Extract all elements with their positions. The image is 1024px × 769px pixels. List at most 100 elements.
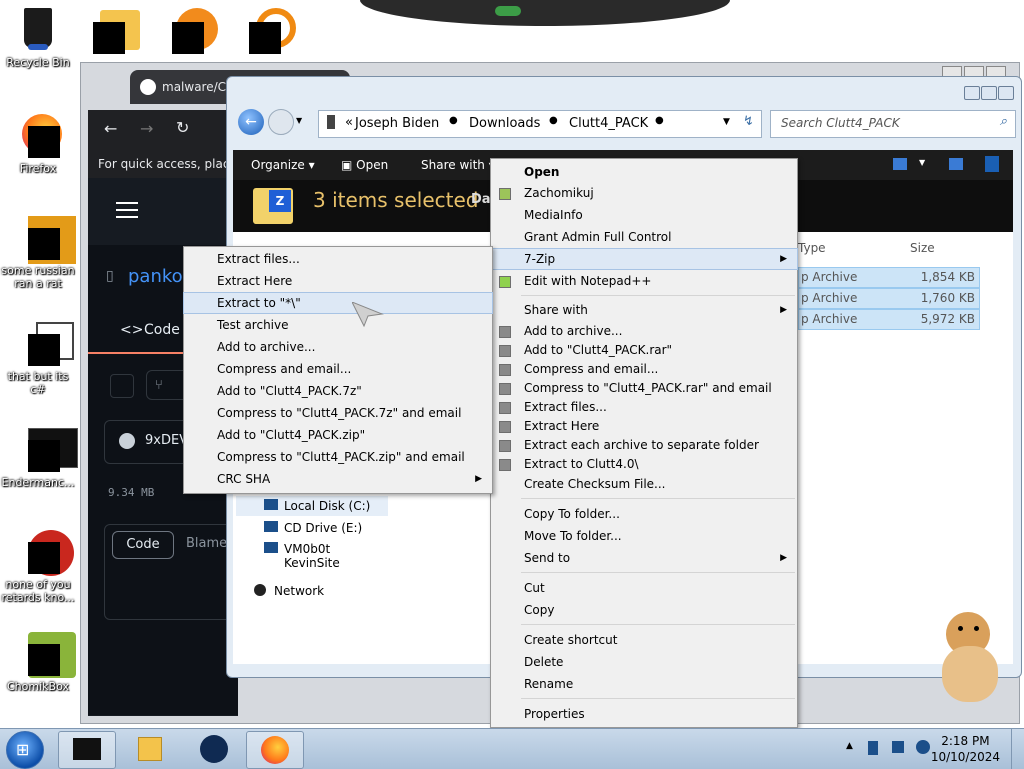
menu-item-copy-to-folder[interactable]: Copy To folder... [491,504,797,524]
menu-item-cut[interactable]: Cut [491,578,797,598]
menu-item-label: Compress to "Clutt4_PACK.zip" and email [217,450,465,464]
menu-item-grant-admin[interactable]: Grant Admin Full Control [491,227,797,247]
menu-item-open[interactable]: Open [491,162,797,182]
forward-icon[interactable]: → [140,119,153,138]
breadcrumb-item-downloads[interactable]: Downloads [469,116,540,131]
file-row[interactable]: p Archive 5,972 KB [798,309,980,330]
forward-icon[interactable] [268,109,294,135]
nav-item-network[interactable]: Network [236,581,388,601]
menu-item-properties[interactable]: Properties [491,704,797,724]
desktop-icon-csharp[interactable]: that but its c# [0,320,76,396]
show-desktop-button[interactable] [1011,729,1024,769]
submenu-item-test-archive[interactable]: Test archive [184,315,492,335]
menu-item-send-to[interactable]: Send to ▶ [491,548,797,568]
minimize-button[interactable] [964,86,980,100]
submenu-item-add-to-archive[interactable]: Add to archive... [184,337,492,357]
nav-item-cd-drive[interactable]: CD Drive (E:) [236,518,388,538]
menu-item-extract-here[interactable]: Extract Here [491,416,797,436]
start-button[interactable]: ⊞ [6,731,44,769]
desktop-icon-russian-rat[interactable]: some russian ran a rat [0,214,76,290]
file-row[interactable]: p Archive 1,854 KB [798,267,980,288]
organize-button[interactable]: Organize ▾ [251,158,315,172]
taskbar-browser[interactable] [186,731,242,767]
commit-author[interactable]: 9xDEV [145,433,188,448]
share-with-button[interactable]: Share with ▾ [421,158,495,172]
desktop-icon-chomikbox[interactable]: ChomikBox [0,630,76,693]
menu-item-zachomikuj[interactable]: Zachomikuj [491,183,797,203]
menu-item-extract-to[interactable]: Extract to Clutt4.0\ [491,454,797,474]
desktop-icon-none-of-you[interactable]: none of you retards kno... [0,528,76,604]
tray-network-icon[interactable] [892,741,904,753]
breadcrumb[interactable]: « Joseph Biden ● Downloads ● Clutt4_PACK… [318,110,762,138]
view-icon[interactable] [893,158,907,170]
menu-item-7zip[interactable]: 7-Zip ▶ [490,248,798,270]
menu-item-extract-files[interactable]: Extract files... [491,397,797,417]
submenu-item-extract-to[interactable]: Extract to "*\" [183,292,493,314]
submenu-item-compress-7z-email[interactable]: Compress to "Clutt4_PACK.7z" and email [184,403,492,423]
breadcrumb-separator-icon[interactable]: ● [449,115,458,126]
back-icon[interactable]: ← [238,109,264,135]
submenu-item-compress-zip-email[interactable]: Compress to "Clutt4_PACK.zip" and email [184,447,492,467]
clock[interactable]: 2:18 PM 10/10/2024 [931,733,1000,765]
menu-item-share-with[interactable]: Share with ▶ [491,300,797,320]
network-drive-icon [264,542,278,553]
column-header-size[interactable]: Size [910,241,935,255]
menu-item-rename[interactable]: Rename [491,674,797,694]
taskbar-media-player[interactable] [120,731,176,767]
desktop-icon-recycle-bin[interactable]: Recycle Bin [0,6,76,69]
breadcrumb-overflow[interactable]: « [345,115,353,130]
submenu-item-extract-here[interactable]: Extract Here [184,271,492,291]
recent-pages-chevron-icon[interactable]: ▼ [296,116,302,125]
menu-item-copy[interactable]: Copy [491,600,797,620]
code-tab[interactable]: Code [144,322,180,338]
help-icon[interactable] [985,156,999,172]
maximize-button[interactable] [981,86,997,100]
desktop-icon-endermanch[interactable]: Endermanc... [0,426,78,489]
menu-item-delete[interactable]: Delete [491,652,797,672]
taskbar-app-window[interactable] [58,731,116,769]
breadcrumb-item-user[interactable]: Joseph Biden [355,116,439,131]
menu-item-notepadpp[interactable]: Edit with Notepad++ [491,271,797,291]
breadcrumb-item-folder[interactable]: Clutt4_PACK [569,116,648,131]
submenu-item-add-to-zip[interactable]: Add to "Clutt4_PACK.zip" [184,425,492,445]
menu-item-add-to-rar[interactable]: Add to "Clutt4_PACK.rar" [491,340,797,360]
menu-item-label: Properties [524,707,585,721]
open-button[interactable]: ▣ Open [341,158,388,172]
reload-icon[interactable]: ↻ [176,118,189,137]
column-header-type[interactable]: Type [798,241,826,255]
menu-item-compress-rar-email[interactable]: Compress to "Clutt4_PACK.rar" and email [491,378,797,398]
submenu-item-compress-email[interactable]: Compress and email... [184,359,492,379]
repo-owner-link[interactable]: panko [128,266,183,287]
sidebar-toggle-icon[interactable] [110,374,134,398]
back-icon[interactable]: ← [104,119,117,138]
nav-item-vm[interactable]: VM0b0t KevinSite [236,539,388,570]
close-button[interactable] [998,86,1014,100]
submenu-item-add-to-7z[interactable]: Add to "Clutt4_PACK.7z" [184,381,492,401]
menu-item-move-to-folder[interactable]: Move To folder... [491,526,797,546]
tray-volume-icon[interactable] [916,740,930,754]
tray-security-icon[interactable] [868,741,878,755]
menu-item-create-shortcut[interactable]: Create shortcut [491,630,797,650]
menu-item-compress-email[interactable]: Compress and email... [491,359,797,379]
menu-item-extract-each[interactable]: Extract each archive to separate folder [491,435,797,455]
breadcrumb-separator-icon[interactable]: ● [655,115,664,126]
menu-item-add-to-archive[interactable]: Add to archive... [491,321,797,341]
menu-item-create-checksum[interactable]: Create Checksum File... [491,474,797,494]
file-row[interactable]: p Archive 1,760 KB [798,288,980,309]
hamburger-menu-icon[interactable] [116,202,138,218]
blame-view-button[interactable]: Blame [186,536,227,551]
view-dropdown-icon[interactable]: ▼ [919,158,925,167]
address-dropdown-icon[interactable]: ▼ [723,117,730,127]
code-view-button[interactable]: Code [112,531,174,559]
tray-expand-icon[interactable]: ▲ [846,741,853,751]
breadcrumb-separator-icon[interactable]: ● [549,115,558,126]
submenu-item-crc-sha[interactable]: CRC SHA ▶ [184,469,492,489]
refresh-icon[interactable]: ↯ [743,114,754,129]
preview-pane-icon[interactable] [949,158,963,170]
menu-item-mediainfo[interactable]: MediaInfo [491,205,797,225]
submenu-item-extract-files[interactable]: Extract files... [184,249,492,269]
search-input[interactable]: Search Clutt4_PACK ⌕ [770,110,1016,138]
taskbar-firefox[interactable] [246,731,304,769]
desktop-icon-firefox[interactable]: Firefox [0,112,76,175]
nav-item-local-disk[interactable]: Local Disk (C:) [236,496,388,516]
